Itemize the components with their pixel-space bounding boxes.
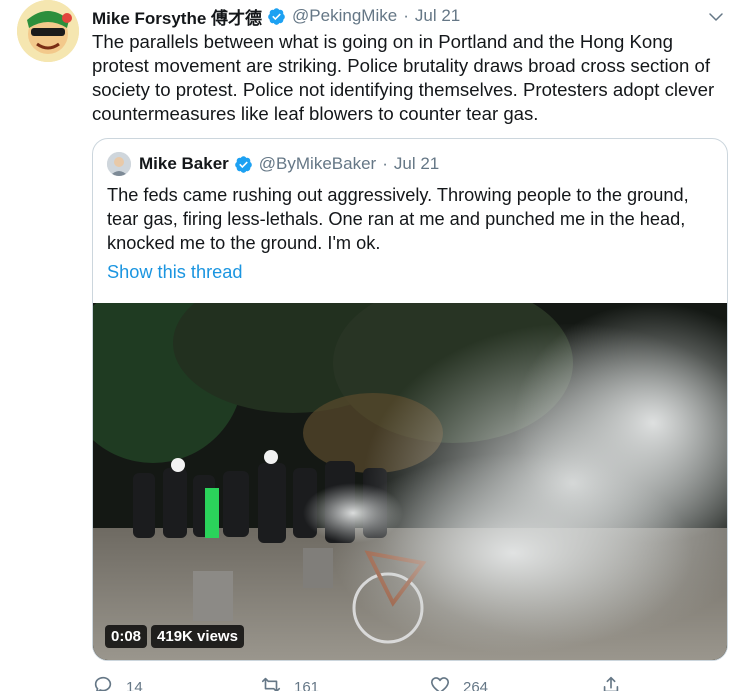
author-name[interactable]: Mike Forsythe 傅才德 xyxy=(92,4,262,29)
quoted-tweet-header: Mike Baker @ByMikeBaker · Jul 21 xyxy=(107,151,439,177)
quoted-tweet-date[interactable]: Jul 21 xyxy=(394,154,439,174)
quoted-author-name[interactable]: Mike Baker xyxy=(139,154,229,174)
video-frame xyxy=(93,303,727,660)
author-avatar[interactable] xyxy=(17,0,79,62)
verified-icon xyxy=(234,155,253,174)
quoted-author-handle[interactable]: @ByMikeBaker xyxy=(259,154,376,174)
quoted-author-avatar[interactable] xyxy=(107,152,131,176)
video-views: 419K views xyxy=(151,625,244,648)
quoted-tweet[interactable]: Mike Baker @ByMikeBaker · Jul 21 The fed… xyxy=(92,138,728,661)
like-icon xyxy=(429,674,463,691)
retweet-count: 161 xyxy=(294,678,320,691)
verified-icon xyxy=(267,7,286,26)
share-icon xyxy=(600,674,634,691)
retweet-button[interactable]: 161 xyxy=(260,674,319,691)
caret-down-icon[interactable] xyxy=(707,8,725,26)
separator-dot: · xyxy=(403,6,409,25)
reply-button[interactable]: 14 xyxy=(92,674,143,691)
video-badges: 0:08 419K views xyxy=(105,625,244,648)
tweet-text: The parallels between what is going on i… xyxy=(92,31,715,124)
video-duration: 0:08 xyxy=(105,625,148,648)
video-player[interactable]: 0:08 419K views xyxy=(93,303,727,660)
author-handle[interactable]: @PekingMike xyxy=(292,6,397,26)
separator-dot: · xyxy=(382,154,388,173)
reply-count: 14 xyxy=(126,678,143,691)
tweet-date[interactable]: Jul 21 xyxy=(415,6,460,26)
share-button[interactable] xyxy=(600,674,634,691)
retweet-icon xyxy=(260,674,294,691)
avatar-illustration xyxy=(17,0,79,62)
like-button[interactable]: 264 xyxy=(429,674,488,691)
tweet-actions: 14 161 264 xyxy=(92,674,652,691)
reply-icon xyxy=(92,674,126,691)
quoted-tweet-text: The feds came rushing out aggressively. … xyxy=(107,185,689,253)
tweet-header: Mike Forsythe 傅才德 @PekingMike · Jul 21 xyxy=(92,3,460,29)
like-count: 264 xyxy=(463,678,489,691)
show-thread-link[interactable]: Show this thread xyxy=(107,262,242,283)
